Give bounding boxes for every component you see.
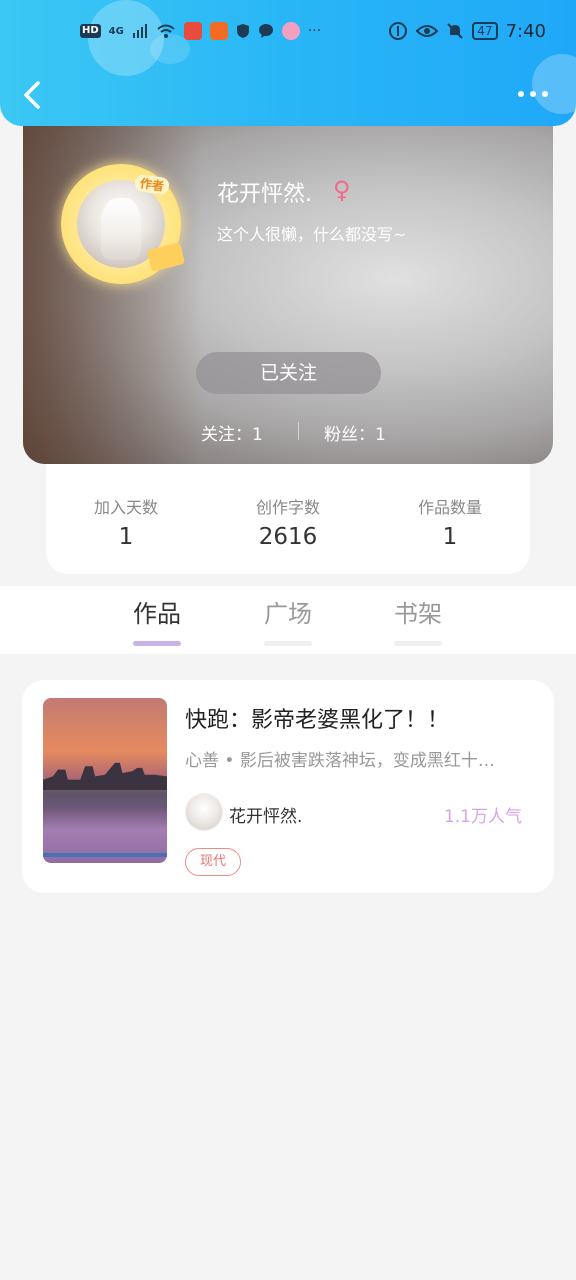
tab-label: 作品 (133, 600, 181, 628)
cover-rail (43, 853, 167, 857)
wifi-icon (157, 24, 175, 38)
following-stat[interactable]: 关注：1 (201, 420, 263, 445)
work-card[interactable]: 快跑：影帝老婆黑化了！！ 心善 • 影后被害跌落神坛，变成黑红十… 花开怦然. … (22, 680, 554, 893)
author-avatar (185, 793, 223, 831)
battery-level: 47 (477, 24, 493, 38)
status-bar: HD 4G ··· 47 7:40 (80, 16, 546, 46)
tab-bar: 作品 广场 书架 (0, 586, 576, 654)
fans-label: 粉丝： (324, 425, 375, 445)
hd-badge: HD (80, 24, 101, 38)
tab-label: 广场 (264, 600, 312, 628)
tab-label: 书架 (394, 600, 442, 628)
stat-value: 1 (442, 524, 458, 550)
decor-bubble (532, 54, 576, 114)
tab-underline (133, 641, 181, 646)
follow-button[interactable]: 已关注 (196, 352, 381, 394)
profile-card: 作者 花开怦然. ♀ 这个人很懒，什么都没写~ 已关注 关注：1 粉丝：1 (23, 126, 553, 464)
female-icon: ♀ (333, 176, 351, 204)
bell-muted-icon (447, 23, 464, 39)
profile-name: 花开怦然. (217, 182, 312, 207)
tab-works[interactable]: 作品 (117, 594, 197, 646)
clock: 7:40 (505, 20, 546, 42)
chat-bubble-icon (258, 24, 273, 38)
back-chevron-left-icon[interactable] (20, 80, 44, 110)
following-label: 关注： (201, 425, 252, 445)
app-icon (281, 22, 300, 40)
stat-word-count: 创作字数 2616 (218, 494, 358, 550)
network-4g: 4G (108, 25, 124, 37)
stat-works-count: 作品数量 1 (380, 494, 520, 550)
book-cover (43, 698, 167, 863)
profile-bio: 这个人很懒，什么都没写~ (217, 225, 407, 244)
tab-square[interactable]: 广场 (248, 594, 328, 646)
cover-skyline (43, 762, 167, 790)
data-saver-icon (389, 22, 408, 40)
avatar-figure (101, 198, 141, 260)
genre-tag[interactable]: 现代 (185, 848, 242, 876)
battery-indicator: 47 (472, 22, 498, 40)
status-right: 47 7:40 (388, 21, 546, 42)
signal-icon (132, 24, 147, 38)
tab-underline (264, 641, 312, 646)
stat-label: 作品数量 (417, 498, 482, 517)
fans-stat[interactable]: 粉丝：1 (324, 420, 386, 445)
stat-value: 2616 (258, 524, 318, 550)
download-icon (209, 22, 228, 40)
work-author: 花开怦然. (229, 807, 303, 827)
stat-label: 加入天数 (93, 498, 158, 517)
work-description: 心善 • 影后被害跌落神坛，变成黑红十… (185, 751, 495, 771)
avatar[interactable]: 作者 (61, 164, 186, 284)
more-dots-icon[interactable] (516, 86, 550, 102)
more-notifications-icon: ··· (307, 23, 322, 39)
weibo-icon (183, 22, 202, 40)
work-popularity: 1.1万人气 (443, 807, 522, 827)
status-left: HD 4G ··· (80, 22, 321, 40)
stat-join-days: 加入天数 1 (56, 494, 196, 550)
top-header: HD 4G ··· 47 7:40 (0, 0, 576, 126)
stat-value: 1 (118, 524, 134, 550)
shield-icon (236, 24, 249, 38)
fans-count: 1 (375, 425, 386, 445)
follow-counts: 关注：1 粉丝：1 (23, 420, 553, 445)
divider (298, 422, 299, 440)
tab-bookshelf[interactable]: 书架 (378, 594, 458, 646)
eye-icon (416, 25, 439, 37)
following-count: 1 (252, 425, 263, 445)
stat-label: 创作字数 (255, 498, 320, 517)
stats-panel: 加入天数 1 创作字数 2616 作品数量 1 (46, 464, 530, 574)
work-title: 快跑：影帝老婆黑化了！！ (185, 708, 450, 733)
tab-underline (394, 641, 442, 646)
